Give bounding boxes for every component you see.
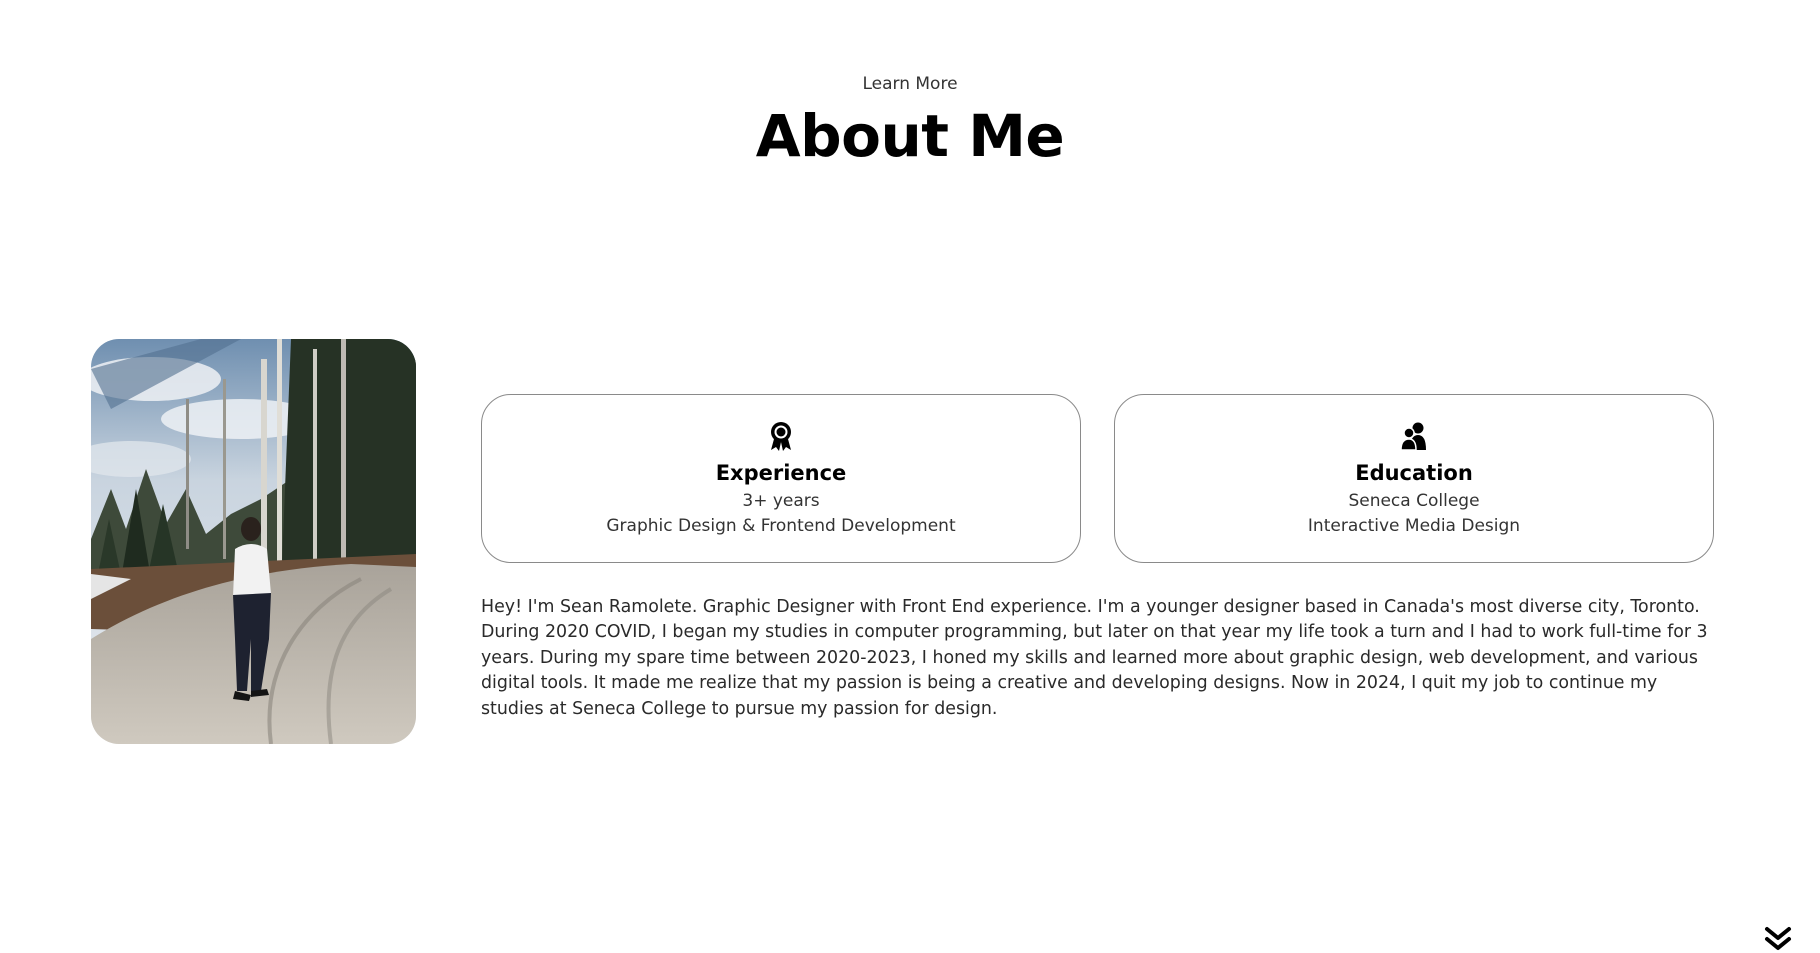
bio-paragraph: Hey! I'm Sean Ramolete. Graphic Designer… — [481, 597, 1708, 719]
experience-field: Graphic Design & Frontend Development — [606, 516, 956, 536]
about-section: Learn More About Me Experience 3+ years … — [0, 0, 1820, 953]
section-subtitle: Learn More — [862, 74, 958, 94]
award-icon — [482, 421, 1080, 451]
experience-title: Experience — [715, 461, 847, 485]
education-program: Interactive Media Design — [1307, 516, 1521, 536]
education-school: Seneca College — [1348, 491, 1480, 511]
education-card: Education Seneca College Interactive Med… — [1114, 394, 1714, 563]
profile-photo — [91, 339, 416, 744]
section-title: About Me — [755, 102, 1065, 170]
education-title: Education — [1355, 461, 1473, 485]
experience-card: Experience 3+ years Graphic Design & Fro… — [481, 394, 1081, 563]
users-icon — [1115, 421, 1713, 451]
experience-years: 3+ years — [742, 491, 820, 511]
profile-photo-image — [91, 339, 416, 744]
double-chevron-down-icon[interactable] — [1764, 926, 1792, 952]
